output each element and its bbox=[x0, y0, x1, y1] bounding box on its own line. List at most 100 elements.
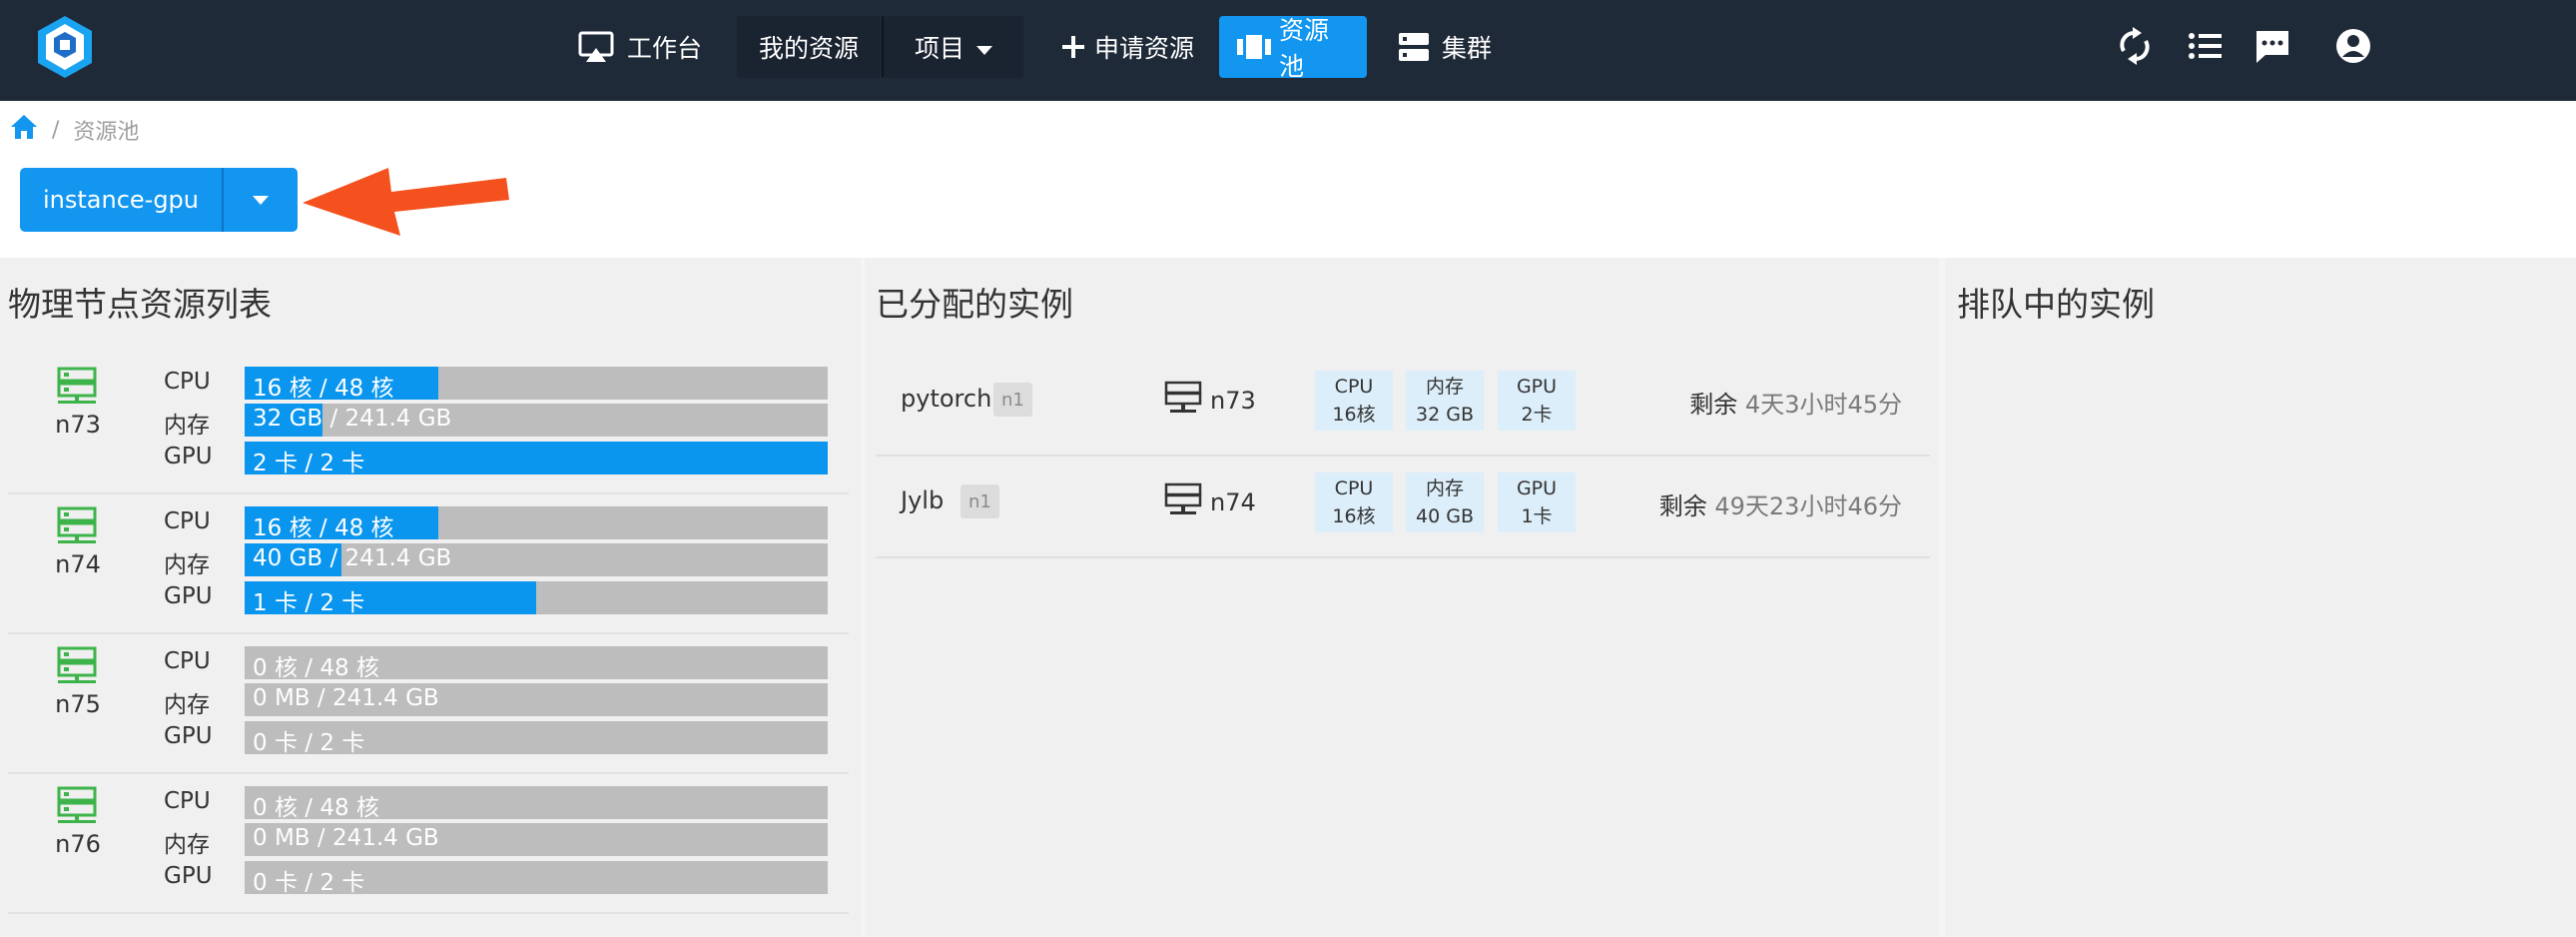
nav-my-resources-label: 我的资源 bbox=[758, 34, 859, 63]
chip-label: 内存 bbox=[1425, 477, 1464, 499]
computer-icon bbox=[1164, 381, 1202, 421]
instance-row[interactable]: Jylb n1 n74 CPU 16核 内存 40 GB GPU 1卡 剩余 49天2… bbox=[876, 457, 1930, 558]
chip-label: CPU bbox=[1334, 376, 1374, 398]
chip-value: 2卡 bbox=[1521, 404, 1553, 426]
chip-value: 16核 bbox=[1332, 404, 1376, 426]
nav-apply-label: 申请资源 bbox=[1094, 34, 1195, 63]
pool-dropdown-toggle[interactable] bbox=[224, 168, 298, 232]
chip-value: 40 GB bbox=[1416, 505, 1474, 527]
chip-value: 16核 bbox=[1332, 505, 1376, 527]
memory-chip: 内存 40 GB bbox=[1406, 472, 1484, 532]
remaining-value: 4天3小时45分 bbox=[1744, 391, 1902, 419]
memory-usage-text: 0 MB / 241.4 GB bbox=[253, 685, 439, 711]
instance-node: n74 bbox=[1164, 482, 1256, 522]
top-navbar: 工作台 我的资源 项目 申请资源 资源池 集群 bbox=[0, 0, 2576, 101]
server-node-icon bbox=[57, 506, 97, 543]
gpu-usage-bar: 1 卡 / 2 卡 bbox=[245, 581, 828, 614]
memory-usage-text: 40 GB / 241.4 GB bbox=[253, 545, 452, 571]
chip-label: CPU bbox=[1334, 477, 1374, 499]
instance-name[interactable]: Jylb bbox=[901, 486, 944, 514]
gpu-label: GPU bbox=[164, 444, 213, 469]
instance-badge: n1 bbox=[993, 383, 1032, 417]
gpu-usage-text: 1 卡 / 2 卡 bbox=[253, 590, 365, 614]
gpu-usage-bar: 2 卡 / 2 卡 bbox=[245, 442, 828, 474]
chip-value: 32 GB bbox=[1416, 404, 1474, 426]
node-row: n76 CPU 内存 GPU 0 核 / 48 核 0 MB / 241.4 G… bbox=[8, 774, 849, 914]
gpu-label: GPU bbox=[164, 723, 213, 749]
nav-resource-pool[interactable]: 资源池 bbox=[1219, 16, 1367, 81]
nav-apply-resources[interactable]: 申请资源 bbox=[1042, 16, 1212, 78]
memory-usage-text: 32 GB / 241.4 GB bbox=[253, 406, 452, 432]
caret-down-icon bbox=[253, 191, 269, 210]
memory-usage-text: 0 MB / 241.4 GB bbox=[253, 825, 439, 851]
node-name: n73 bbox=[55, 411, 101, 439]
nav-cluster[interactable]: 集群 bbox=[1380, 16, 1510, 78]
instance-row[interactable]: pytorch n1 n73 CPU 16核 内存 32 GB GPU 2卡 剩余 4… bbox=[876, 355, 1930, 457]
memory-usage-bar: 0 MB / 241.4 GB bbox=[245, 823, 828, 856]
cpu-usage-bar: 16 核 / 48 核 bbox=[245, 367, 828, 400]
gpu-label: GPU bbox=[164, 583, 213, 609]
cpu-label: CPU bbox=[164, 648, 211, 674]
gpu-label: GPU bbox=[164, 863, 213, 889]
account-icon[interactable] bbox=[2331, 24, 2375, 68]
queued-panel bbox=[1945, 258, 2576, 937]
caret-down-icon bbox=[976, 33, 992, 62]
refresh-icon[interactable] bbox=[2113, 24, 2157, 68]
pool-selector-button[interactable]: instance-gpu bbox=[20, 168, 222, 232]
computer-icon bbox=[1164, 482, 1202, 522]
message-icon[interactable] bbox=[2251, 24, 2294, 68]
cpu-usage-bar: 0 核 / 48 核 bbox=[245, 786, 828, 819]
gpu-usage-text: 0 卡 / 2 卡 bbox=[253, 870, 365, 894]
nav-workbench[interactable]: 工作台 bbox=[559, 16, 720, 78]
remaining-value: 49天23小时46分 bbox=[1714, 492, 1902, 520]
gpu-chip: GPU 2卡 bbox=[1498, 371, 1576, 431]
node-row: n75 CPU 内存 GPU 0 核 / 48 核 0 MB / 241.4 G… bbox=[8, 634, 849, 774]
logo-icon[interactable] bbox=[30, 12, 100, 82]
node-row: n74 CPU 内存 GPU 16 核 / 48 核 40 GB / 241.4… bbox=[8, 494, 849, 634]
home-icon[interactable] bbox=[10, 114, 38, 146]
node-row: n73 CPU 内存 GPU 16 核 / 48 核 32 GB / 241.4… bbox=[8, 355, 849, 494]
server-icon bbox=[1398, 31, 1430, 63]
remaining-time: 剩余 49天23小时46分 bbox=[1659, 486, 1902, 521]
memory-label: 内存 bbox=[164, 692, 210, 718]
cpu-usage-text: 0 核 / 48 核 bbox=[253, 795, 379, 819]
allocated-panel-title: 已分配的实例 bbox=[876, 285, 1073, 324]
nav-workbench-label: 工作台 bbox=[627, 34, 703, 63]
airplay-icon bbox=[577, 30, 615, 64]
instance-name[interactable]: pytorch bbox=[901, 385, 991, 413]
nav-resource-pool-label: 资源池 bbox=[1279, 16, 1330, 81]
gpu-usage-text: 2 卡 / 2 卡 bbox=[253, 451, 365, 474]
node-name: n76 bbox=[55, 830, 101, 858]
cpu-usage-bar: 0 核 / 48 核 bbox=[245, 646, 828, 679]
nav-my-resources[interactable]: 我的资源 bbox=[737, 16, 881, 78]
node-name: n75 bbox=[55, 690, 101, 718]
server-node-icon bbox=[57, 367, 97, 404]
list-icon[interactable] bbox=[2183, 24, 2227, 68]
queued-panel-title: 排队中的实例 bbox=[1957, 285, 2155, 324]
cpu-usage-text: 16 核 / 48 核 bbox=[253, 515, 394, 539]
nav-cluster-label: 集群 bbox=[1442, 34, 1493, 63]
memory-label: 内存 bbox=[164, 832, 210, 858]
nodes-panel-title: 物理节点资源列表 bbox=[8, 285, 272, 324]
pool-selector: instance-gpu bbox=[20, 168, 298, 232]
cpu-label: CPU bbox=[164, 788, 211, 814]
chip-label: GPU bbox=[1516, 477, 1558, 499]
cpu-usage-bar: 16 核 / 48 核 bbox=[245, 506, 828, 539]
cpu-chip: CPU 16核 bbox=[1315, 371, 1393, 431]
cpu-label: CPU bbox=[164, 508, 211, 534]
pool-icon bbox=[1237, 34, 1271, 60]
node-name: n74 bbox=[55, 550, 101, 578]
annotation-arrow-icon bbox=[303, 168, 509, 236]
breadcrumb: / 资源池 bbox=[10, 112, 139, 148]
breadcrumb-current: 资源池 bbox=[73, 120, 140, 145]
nav-projects[interactable]: 项目 bbox=[884, 16, 1023, 78]
gpu-chip: GPU 1卡 bbox=[1498, 472, 1576, 532]
server-node-icon bbox=[57, 646, 97, 683]
breadcrumb-separator: / bbox=[52, 117, 60, 143]
remaining-label: 剩余 bbox=[1658, 492, 1707, 520]
remaining-label: 剩余 bbox=[1689, 391, 1738, 419]
memory-chip: 内存 32 GB bbox=[1406, 371, 1484, 431]
gpu-usage-bar: 0 卡 / 2 卡 bbox=[245, 721, 828, 754]
gpu-usage-text: 0 卡 / 2 卡 bbox=[253, 730, 365, 754]
instance-badge: n1 bbox=[961, 484, 999, 518]
